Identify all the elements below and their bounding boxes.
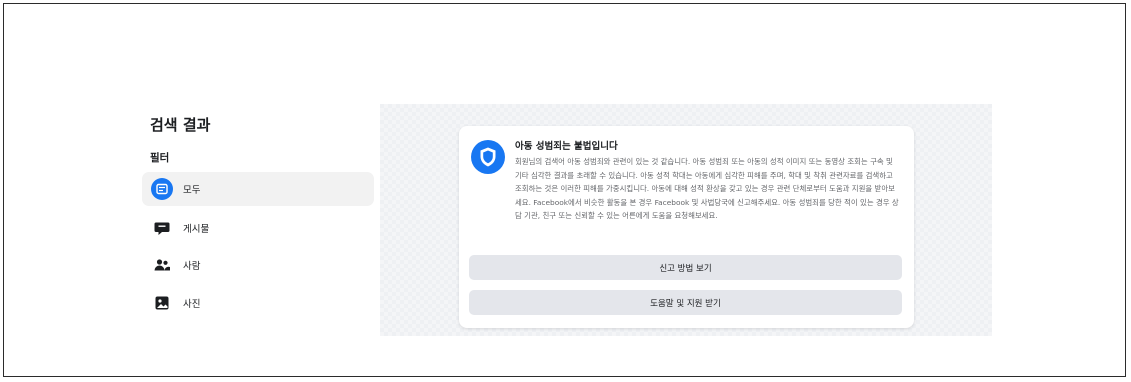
sidebar-item-people[interactable]: 사람 (142, 248, 374, 282)
sidebar-item-posts[interactable]: 게시물 (142, 211, 374, 245)
people-icon (151, 254, 173, 276)
sidebar-item-label: 사람 (183, 261, 201, 272)
screenshot-frame: 검색 결과 필터 모두 게시물 사람 사진 아동 성범죄는 불법입니다 회원님의… (3, 3, 1126, 377)
get-help-button[interactable]: 도움말 및 지원 받기 (469, 290, 902, 315)
results-area: 아동 성범죄는 불법입니다 회원님의 검색어 아동 성범죄와 관련이 있는 것 … (380, 104, 992, 336)
sidebar-item-label: 모두 (183, 185, 201, 196)
sidebar: 검색 결과 필터 모두 게시물 사람 사진 (136, 100, 376, 336)
sidebar-item-photos[interactable]: 사진 (142, 286, 374, 320)
warning-card: 아동 성범죄는 불법입니다 회원님의 검색어 아동 성범죄와 관련이 있는 것 … (459, 126, 914, 328)
sidebar-title: 검색 결과 (150, 116, 211, 134)
search-results-page: 검색 결과 필터 모두 게시물 사람 사진 아동 성범죄는 불법입니다 회원님의… (136, 100, 992, 336)
warning-title: 아동 성범죄는 불법입니다 (515, 141, 618, 152)
report-guide-button[interactable]: 신고 방법 보기 (469, 255, 902, 280)
feed-icon (151, 178, 173, 200)
sidebar-item-all[interactable]: 모두 (142, 172, 374, 206)
sidebar-item-label: 게시물 (183, 224, 210, 235)
sidebar-item-label: 사진 (183, 299, 201, 310)
filter-label: 필터 (150, 152, 170, 164)
shield-icon (471, 140, 505, 174)
warning-body: 회원님의 검색어 아동 성범죄와 관련이 있는 것 같습니다. 아동 성범죄 또… (515, 157, 899, 221)
speech-bubble-icon (151, 217, 173, 239)
photo-icon (151, 292, 173, 314)
